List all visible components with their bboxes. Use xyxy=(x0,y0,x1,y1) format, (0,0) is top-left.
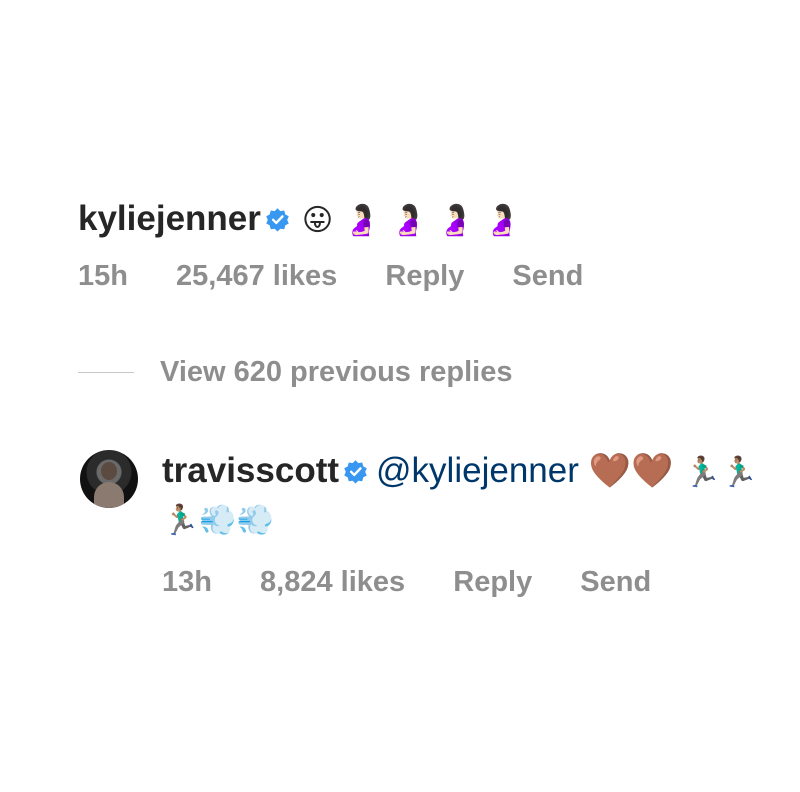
view-previous-replies[interactable]: View 620 previous replies xyxy=(78,356,513,389)
reply-send-button[interactable]: Send xyxy=(580,566,651,599)
comment-time: 15h xyxy=(78,260,128,292)
reply-time: 13h xyxy=(162,566,212,598)
view-replies-label: View 620 previous replies xyxy=(160,356,513,388)
comment-emojis: 😛 🤰🏻 🤰🏻 🤰🏻 🤰🏻 xyxy=(301,203,521,238)
brown-heart-icons: 🤎🤎 xyxy=(588,452,674,490)
reply-reply-button[interactable]: Reply xyxy=(453,566,532,599)
reply-meta: 13h 8,824 likes Reply Send xyxy=(162,566,770,599)
reply-content: travisscott @kyliejenner 🤎🤎 🏃🏽‍♂️🏃🏽‍♂️🏃🏽‍♂… xyxy=(162,448,770,599)
verified-badge-icon xyxy=(344,460,367,484)
avatar-head xyxy=(101,462,117,480)
comment-send-button[interactable]: Send xyxy=(512,260,583,293)
verified-badge-icon xyxy=(266,208,289,232)
reply-username[interactable]: travisscott xyxy=(162,451,339,490)
comment-username[interactable]: kyliejenner xyxy=(78,199,261,238)
comment-meta: 15h 25,467 likes Reply Send xyxy=(78,260,760,293)
comment-kyliejenner: kyliejenner 😛 🤰🏻 🤰🏻 🤰🏻 🤰🏻 15h 25,467 lik… xyxy=(78,196,760,293)
comment-likes[interactable]: 25,467 likes xyxy=(176,260,337,293)
avatar-body xyxy=(94,482,124,508)
replies-divider xyxy=(78,372,134,373)
reply-mention-link[interactable]: @kyliejenner xyxy=(376,451,579,490)
comment-reply-button[interactable]: Reply xyxy=(385,260,464,293)
avatar[interactable] xyxy=(80,450,138,508)
reply-text: travisscott @kyliejenner 🤎🤎 🏃🏽‍♂️🏃🏽‍♂️🏃🏽‍♂… xyxy=(162,448,770,544)
reply-likes[interactable]: 8,824 likes xyxy=(260,566,405,599)
reply-travisscott: travisscott @kyliejenner 🤎🤎 🏃🏽‍♂️🏃🏽‍♂️🏃🏽‍♂… xyxy=(80,448,770,599)
comment-text: kyliejenner 😛 🤰🏻 🤰🏻 🤰🏻 🤰🏻 xyxy=(78,196,760,244)
